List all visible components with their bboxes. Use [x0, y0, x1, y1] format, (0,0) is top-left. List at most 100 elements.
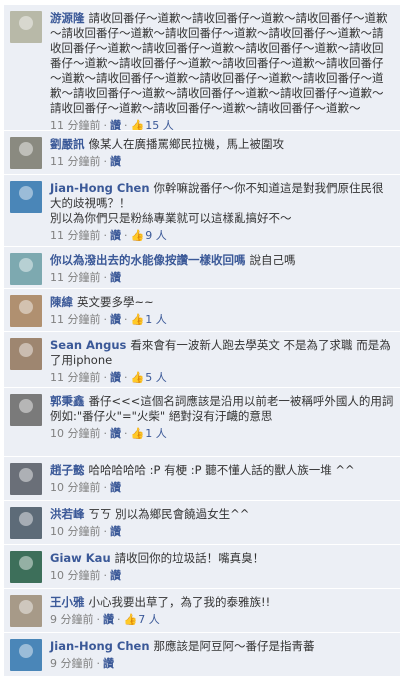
- comment-content: 王小雅 小心我要出草了，為了我的泰雅族!!: [50, 595, 394, 610]
- comment-text: 說自己嗎: [249, 253, 296, 267]
- separator: ·: [103, 119, 108, 130]
- comment-author[interactable]: Jian-Hong Chen: [50, 639, 150, 653]
- comment-item: 你以為潑出去的水能像按讚一樣收回嗎 說自己嗎 11 分鐘前 · 讚: [4, 246, 400, 288]
- comment-item: 趙子懿 哈哈哈哈哈 :P 有梗 :P 聽不懂人話的獸人族一堆 ^^ 10 分鐘前 · 讚: [4, 456, 400, 500]
- avatar[interactable]: [10, 639, 42, 671]
- like-link[interactable]: 讚: [103, 657, 114, 670]
- avatar[interactable]: [10, 338, 42, 370]
- comment-item: Giaw Kau 請收回你的垃圾話！嘴真臭！ 10 分鐘前 · 讚: [4, 544, 400, 588]
- like-count[interactable]: 👍7 人: [124, 613, 160, 626]
- avatar[interactable]: [10, 551, 42, 583]
- like-link[interactable]: 讚: [103, 613, 114, 626]
- avatar[interactable]: [10, 394, 42, 426]
- comment-text: ㄎㄎ 別以為鄉民會饒過女生^^: [88, 507, 250, 521]
- comment-author[interactable]: 你以為潑出去的水能像按讚一樣收回嗎: [50, 253, 246, 267]
- separator: ·: [103, 371, 108, 384]
- separator: ·: [96, 657, 101, 670]
- separator: ·: [124, 371, 128, 384]
- comment-content: Giaw Kau 請收回你的垃圾話！嘴真臭！: [50, 551, 394, 566]
- comment-author[interactable]: Giaw Kau: [50, 551, 111, 565]
- like-link[interactable]: 讚: [110, 481, 121, 494]
- like-count[interactable]: 👍1 人: [131, 313, 167, 326]
- like-count[interactable]: 👍1 人: [131, 427, 167, 440]
- avatar[interactable]: [10, 507, 42, 539]
- comment-content: 你以為潑出去的水能像按讚一樣收回嗎 說自己嗎: [50, 253, 394, 268]
- comment-meta: 10 分鐘前 · 讚: [50, 480, 394, 495]
- like-link[interactable]: 讚: [110, 569, 121, 582]
- comment-author[interactable]: Sean Angus: [50, 338, 126, 352]
- comment-time: 10 分鐘前: [50, 569, 101, 582]
- separator: ·: [103, 569, 108, 582]
- separator: ·: [103, 229, 108, 242]
- separator: ·: [124, 427, 128, 440]
- comment-meta: 11 分鐘前 · 讚: [50, 270, 394, 285]
- comment-body: 游源隆 請收回番仔～道歉～請收回番仔～道歉～請收回番仔～道歉～請收回番仔～道歉～請…: [50, 11, 394, 130]
- comment-item: 陳緯 英文要多學~~ 11 分鐘前 · 讚 · 👍1 人: [4, 288, 400, 331]
- separator: ·: [124, 119, 128, 130]
- comment-content: 郭秉鑫 番仔<<<這個名詞應該是沿用以前老一被稱呼外國人的用詞 例如:"番仔火"=…: [50, 394, 394, 424]
- comment-author[interactable]: 王小雅: [50, 595, 85, 609]
- thumbs-up-icon: 👍: [130, 313, 145, 326]
- comment-item: 洪若峰 ㄎㄎ 別以為鄉民會饒過女生^^ 10 分鐘前 · 讚: [4, 500, 400, 544]
- comment-text: 英文要多學~~: [77, 295, 154, 309]
- separator: ·: [124, 313, 128, 326]
- avatar[interactable]: [10, 595, 42, 627]
- comment-time: 11 分鐘前: [50, 371, 101, 384]
- comment-body: 劉嚴訊 像某人在廣播罵鄉民拉機，馬上被圍攻 11 分鐘前 · 讚: [50, 137, 394, 169]
- comment-author[interactable]: 趙子懿: [50, 463, 85, 477]
- avatar[interactable]: [10, 253, 42, 285]
- like-link[interactable]: 讚: [110, 229, 121, 242]
- comment-time: 10 分鐘前: [50, 525, 101, 538]
- comment-item: 劉嚴訊 像某人在廣播罵鄉民拉機，馬上被圍攻 11 分鐘前 · 讚: [4, 130, 400, 174]
- avatar[interactable]: [10, 11, 42, 43]
- like-link[interactable]: 讚: [110, 271, 121, 284]
- comment-author[interactable]: 游源隆: [50, 11, 85, 25]
- comment-meta: 10 分鐘前 · 讚: [50, 568, 394, 583]
- like-link[interactable]: 讚: [110, 525, 121, 538]
- comment-text: 小心我要出草了，為了我的泰雅族!!: [88, 595, 271, 609]
- comment-time: 11 分鐘前: [50, 155, 101, 168]
- comment-text: 請收回番仔～道歉～請收回番仔～道歉～請收回番仔～道歉～請收回番仔～道歉～請收回番…: [50, 11, 388, 115]
- avatar[interactable]: [10, 137, 42, 169]
- like-count-value: 9 人: [145, 229, 167, 242]
- comment-body: Jian-Hong Chen 你幹嘛說番仔～你不知道這是對我們原住民很大的歧視嗎？…: [50, 181, 394, 243]
- comment-body: 你以為潑出去的水能像按讚一樣收回嗎 說自己嗎 11 分鐘前 · 讚: [50, 253, 394, 285]
- comment-author[interactable]: 洪若峰: [50, 507, 85, 521]
- comment-body: Jian-Hong Chen 那應該是阿豆阿～番仔是指靑蕃 9 分鐘前 · 讚: [50, 639, 394, 671]
- like-count[interactable]: 👍15 人: [131, 119, 174, 130]
- comment-time: 11 分鐘前: [50, 229, 101, 242]
- comment-item: Jian-Hong Chen 你幹嘛說番仔～你不知道這是對我們原住民很大的歧視嗎？…: [4, 174, 400, 246]
- comment-author[interactable]: 郭秉鑫: [50, 394, 85, 408]
- comment-text: 像某人在廣播罵鄉民拉機，馬上被圍攻: [88, 137, 285, 151]
- comment-meta: 9 分鐘前 · 讚 · 👍7 人: [50, 612, 394, 627]
- like-count[interactable]: 👍9 人: [131, 229, 167, 242]
- like-link[interactable]: 讚: [110, 119, 121, 130]
- comment-text: 番仔<<<這個名詞應該是沿用以前老一被稱呼外國人的用詞 例如:"番仔火"="火柴…: [50, 394, 394, 423]
- thumbs-up-icon: 👍: [123, 613, 138, 626]
- separator: ·: [103, 481, 108, 494]
- like-link[interactable]: 讚: [110, 313, 121, 326]
- comment-content: 游源隆 請收回番仔～道歉～請收回番仔～道歉～請收回番仔～道歉～請收回番仔～道歉～請…: [50, 11, 394, 116]
- like-link[interactable]: 讚: [110, 155, 121, 168]
- comment-content: Jian-Hong Chen 那應該是阿豆阿～番仔是指靑蕃: [50, 639, 394, 654]
- comment-content: 劉嚴訊 像某人在廣播罵鄉民拉機，馬上被圍攻: [50, 137, 394, 152]
- like-link[interactable]: 讚: [110, 371, 121, 384]
- comment-meta: 10 分鐘前 · 讚: [50, 524, 394, 539]
- separator: ·: [103, 271, 108, 284]
- comment-meta: 11 分鐘前 · 讚 · 👍15 人: [50, 118, 394, 130]
- comment-author[interactable]: 劉嚴訊: [50, 137, 85, 151]
- comment-body: 趙子懿 哈哈哈哈哈 :P 有梗 :P 聽不懂人話的獸人族一堆 ^^ 10 分鐘前 · 讚: [50, 463, 394, 495]
- comment-content: 陳緯 英文要多學~~: [50, 295, 394, 310]
- avatar[interactable]: [10, 181, 42, 213]
- comment-time: 10 分鐘前: [50, 427, 101, 440]
- avatar[interactable]: [10, 463, 42, 495]
- avatar[interactable]: [10, 295, 42, 327]
- comment-meta: 9 分鐘前 · 讚: [50, 656, 394, 671]
- like-link[interactable]: 讚: [110, 427, 121, 440]
- like-count[interactable]: 👍5 人: [131, 371, 167, 384]
- comment-author[interactable]: 陳緯: [50, 295, 73, 309]
- comment-body: 洪若峰 ㄎㄎ 別以為鄉民會饒過女生^^ 10 分鐘前 · 讚: [50, 507, 394, 539]
- comment-body: 王小雅 小心我要出草了，為了我的泰雅族!! 9 分鐘前 · 讚 · 👍7 人: [50, 595, 394, 627]
- comment-text: 請收回你的垃圾話！嘴真臭！: [114, 551, 265, 565]
- comment-author[interactable]: Jian-Hong Chen: [50, 181, 150, 195]
